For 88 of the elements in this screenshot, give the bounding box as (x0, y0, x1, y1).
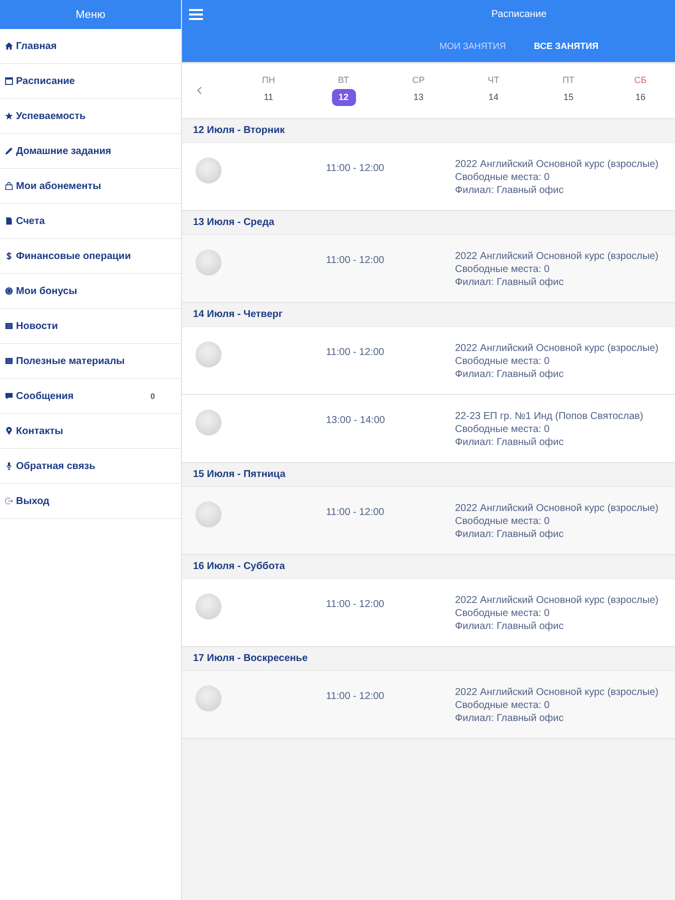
menu-icon[interactable] (189, 9, 203, 20)
avatar-icon (195, 249, 222, 276)
date-button[interactable]: 11 (256, 88, 280, 106)
branch-name: Филиал: Главный офис (455, 620, 565, 633)
lesson-time: 11:00 - 12:00 (326, 599, 384, 610)
free-seats: Свободные места: 0 (455, 423, 644, 436)
menu-item[interactable]: Финансовые операции (0, 239, 181, 274)
weekday-label: ПН (262, 74, 275, 84)
lesson-row[interactable]: 11:00 - 12:00 2022 Английский Основной курс (взрослые) Свободные места: 0 Филиал: Главный офис (182, 579, 675, 647)
chevron-left-icon[interactable] (197, 86, 202, 94)
branch-name: Филиал: Главный офис (455, 712, 565, 725)
menu-item[interactable]: Домашние задания (0, 134, 181, 169)
date-button[interactable]: 12 (332, 88, 356, 106)
newspaper-icon (5, 357, 13, 365)
lesson-title: 2022 Английский Основной курс (взрослые) (455, 686, 658, 699)
date-button[interactable]: 15 (556, 88, 580, 106)
tab[interactable]: ВСЕ ЗАНЯТИЯ (520, 29, 613, 62)
lesson-row[interactable]: 11:00 - 12:00 2022 Английский Основной курс (взрослые) Свободные места: 0 Филиал: Главный офис (182, 487, 675, 555)
branch-name: Филиал: Главный офис (455, 276, 565, 289)
lesson-time: 13:00 - 14:00 (326, 415, 385, 426)
free-seats: Свободные места: 0 (455, 355, 658, 368)
menu-item[interactable]: Расписание (0, 64, 181, 99)
lesson-title: 2022 Английский Основной курс (взрослые) (455, 158, 658, 171)
avatar-icon (195, 409, 222, 436)
lesson-row[interactable]: 11:00 - 12:00 2022 Английский Основной курс (взрослые) Свободные места: 0 Филиал: Главный офис (182, 143, 675, 211)
newspaper-icon (5, 322, 13, 330)
branch-name: Филиал: Главный офис (455, 368, 565, 381)
weekday-label: ЧТ (488, 74, 500, 84)
dollar-icon (5, 252, 13, 260)
avatar-icon (195, 501, 222, 528)
lesson-title: 2022 Английский Основной курс (взрослые) (455, 342, 658, 355)
branch-name: Филиал: Главный офис (455, 184, 565, 197)
menu-item[interactable]: Счета (0, 204, 181, 239)
document-icon (5, 217, 13, 225)
avatar-icon (195, 685, 222, 712)
lesson-title: 22-23 ЕП гр. №1 Инд (Попов Святослав) (455, 410, 644, 423)
menu-item[interactable]: Сообщения 0 (0, 379, 181, 414)
home-icon (5, 42, 13, 50)
pencil-icon (5, 147, 13, 155)
free-seats: Свободные места: 0 (455, 263, 658, 276)
weekday-label: СР (412, 74, 425, 84)
menu-item[interactable]: Полезные материалы (0, 344, 181, 379)
lesson-title: 2022 Английский Основной курс (взрослые) (455, 502, 658, 515)
microphone-icon (5, 462, 13, 470)
menu-item[interactable]: Обратная связь (0, 449, 181, 484)
calendar-icon (5, 77, 13, 85)
lesson-row[interactable]: 11:00 - 12:00 2022 Английский Основной курс (взрослые) Свободные места: 0 Филиал: Главный офис (182, 235, 675, 303)
menu-item[interactable]: Главная (0, 29, 181, 64)
lesson-row[interactable]: 11:00 - 12:00 2022 Английский Основной курс (взрослые) Свободные места: 0 Филиал: Главный офис (182, 327, 675, 395)
free-seats: Свободные места: 0 (455, 171, 658, 184)
avatar-icon (195, 157, 222, 184)
branch-name: Филиал: Главный офис (455, 436, 565, 449)
star-icon (5, 112, 13, 120)
weekday-label: ПТ (562, 74, 574, 84)
lesson-time: 11:00 - 12:00 (326, 347, 384, 358)
date-button[interactable]: 13 (406, 88, 430, 106)
unread-count: 0 (150, 392, 155, 400)
lesson-row[interactable]: 13:00 - 14:00 22-23 ЕП гр. №1 Инд (Попов Святослав) Свободные места: 0 Филиал: Главный офис (182, 395, 675, 463)
weekday-label: СБ (634, 74, 647, 84)
lesson-title: 2022 Английский Основной курс (взрослые) (455, 594, 658, 607)
chat-icon (5, 392, 13, 400)
menu-item[interactable]: Новости (0, 309, 181, 344)
free-seats: Свободные места: 0 (455, 607, 658, 620)
free-seats: Свободные места: 0 (455, 515, 658, 528)
lesson-time: 11:00 - 12:00 (326, 507, 384, 518)
lesson-row[interactable]: 11:00 - 12:00 2022 Английский Основной курс (взрослые) Свободные места: 0 Филиал: Главный офис (182, 671, 675, 739)
menu-title: Меню (76, 8, 106, 20)
bag-icon (5, 182, 13, 190)
branch-name: Филиал: Главный офис (455, 528, 565, 541)
lesson-time: 11:00 - 12:00 (326, 255, 384, 266)
lesson-time: 11:00 - 12:00 (326, 691, 384, 702)
avatar-icon (195, 341, 222, 368)
lesson-title: 2022 Английский Основной курс (взрослые) (455, 250, 658, 263)
logout-icon (5, 497, 13, 505)
menu-item[interactable]: Мои бонусы (0, 274, 181, 309)
coin-icon (5, 287, 13, 295)
weekday-label: ВТ (338, 74, 349, 84)
menu-item[interactable]: Выход (0, 484, 181, 519)
map-pin-icon (5, 427, 13, 435)
menu-item[interactable]: Контакты (0, 414, 181, 449)
page-title: Расписание (491, 9, 547, 20)
menu-item[interactable]: Мои абонементы (0, 169, 181, 204)
date-button[interactable]: 16 (628, 88, 652, 106)
avatar-icon (195, 593, 222, 620)
lesson-time: 11:00 - 12:00 (326, 163, 384, 174)
menu-item[interactable]: Успеваемость (0, 99, 181, 134)
free-seats: Свободные места: 0 (455, 699, 658, 712)
date-button[interactable]: 14 (482, 88, 506, 106)
